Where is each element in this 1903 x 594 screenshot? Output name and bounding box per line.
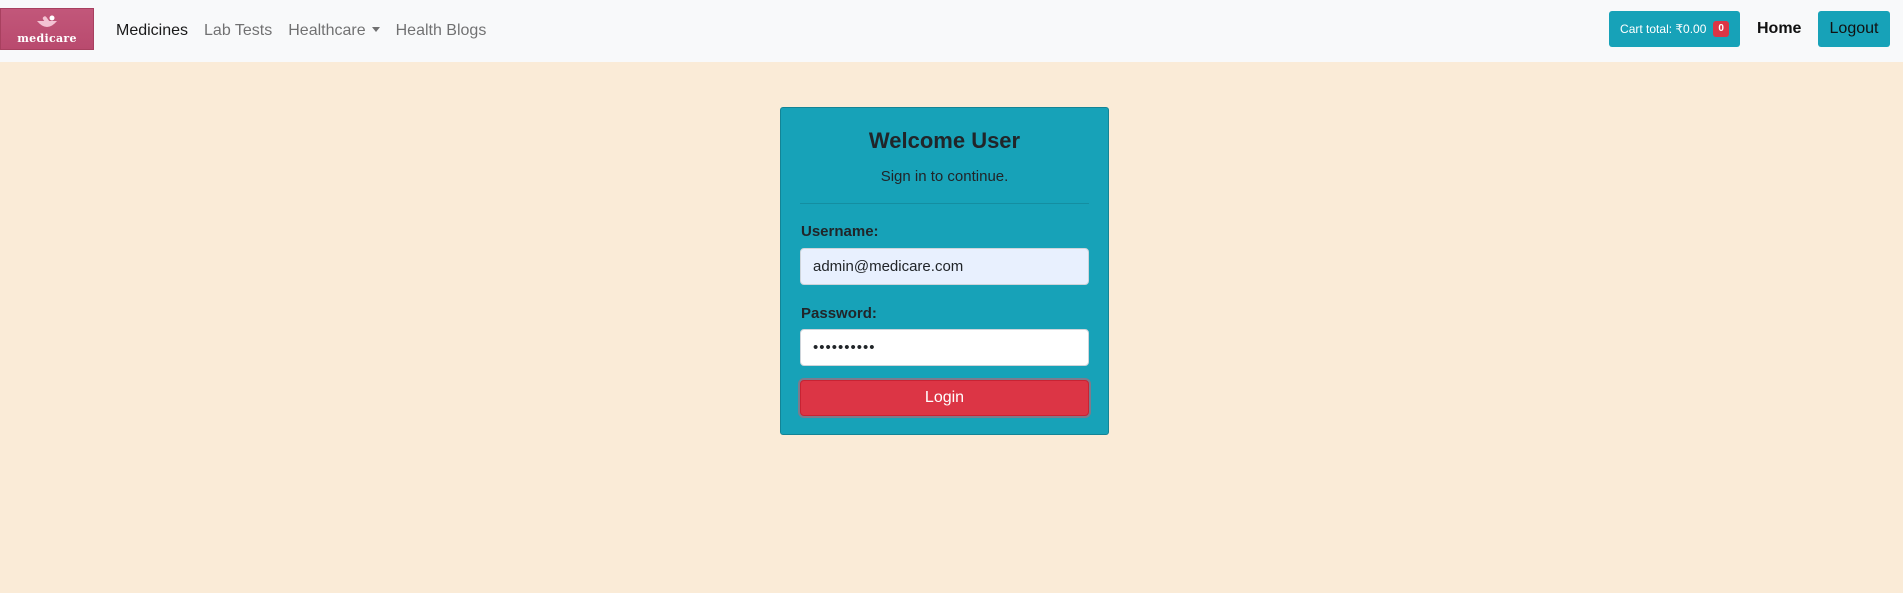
main-nav: Medicines Lab Tests Healthcare Health Bl… [108,0,494,62]
brand-name: medicare [17,32,77,45]
login-title: Welcome User [868,128,1021,153]
login-subtitle: Sign in to continue. [880,168,1009,185]
password-label: Password: [801,305,877,322]
cart-total-button[interactable]: Cart total: ₹0.00 0 [1609,11,1740,47]
nav-link-medicines[interactable]: Medicines [108,22,196,40]
nav-dropdown-healthcare[interactable]: Healthcare [280,22,387,40]
nav-link-lab-tests[interactable]: Lab Tests [196,22,280,40]
password-input[interactable] [800,329,1089,366]
brand-logo[interactable]: medicare [0,8,94,50]
mortar-pestle-icon [37,15,57,27]
cart-count-badge: 0 [1713,21,1729,37]
username-label: Username: [801,223,879,240]
login-card: Welcome User Sign in to continue. Userna… [780,107,1109,435]
nav-dropdown-label: Healthcare [288,22,366,39]
nav-link-health-blogs[interactable]: Health Blogs [388,22,495,40]
cart-total-label: Cart total: ₹0.00 [1620,22,1707,36]
main-content: Welcome User Sign in to continue. Userna… [0,62,1903,593]
logout-button[interactable]: Logout [1818,11,1890,47]
caret-down-icon [371,27,380,32]
top-navbar: medicare Medicines Lab Tests Healthcare … [0,0,1903,62]
card-divider [800,203,1089,204]
username-input[interactable] [800,248,1089,285]
login-button[interactable]: Login [800,380,1089,416]
home-link[interactable]: Home [1757,0,1801,58]
